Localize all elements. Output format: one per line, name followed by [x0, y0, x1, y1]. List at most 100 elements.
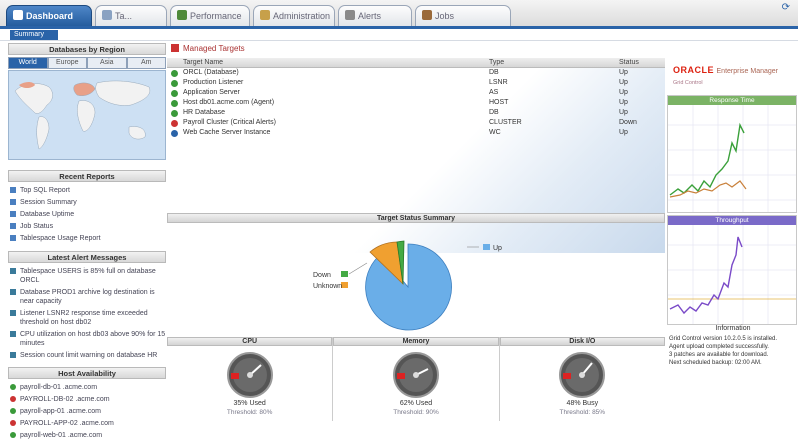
- response-time-chart[interactable]: Response Time: [667, 95, 797, 213]
- list-item[interactable]: Tablespace Usage Report: [10, 234, 166, 243]
- target-type-cell: DB: [489, 109, 499, 116]
- gauge-dial-icon: [392, 352, 439, 398]
- status-up-icon: [10, 384, 16, 390]
- message-icon: [10, 268, 16, 274]
- legend-swatch-up: [483, 244, 490, 250]
- gauge-title: Disk I/O: [499, 337, 665, 346]
- target-name-cell[interactable]: Production Listener: [183, 78, 243, 88]
- alert-messages-title: Latest Alert Messages: [8, 251, 166, 263]
- report-icon: [10, 211, 16, 217]
- subnav-summary[interactable]: Summary: [10, 30, 58, 40]
- tab-targets[interactable]: Ta...: [95, 5, 167, 26]
- list-item[interactable]: Job Status: [10, 222, 166, 231]
- list-item[interactable]: Listener LSNR2 response time exceeded th…: [10, 309, 166, 327]
- list-item[interactable]: Database PROD1 archive log destination i…: [10, 288, 166, 306]
- gauge-threshold: Threshold: 85%: [559, 409, 606, 416]
- gauge-disk-io[interactable]: Disk I/O 48% Busy Threshold: 85%: [499, 337, 665, 421]
- table-row[interactable]: HR Database DB Up: [167, 108, 665, 118]
- tab-dashboard[interactable]: Dashboard: [6, 5, 92, 26]
- region-tabs: World Europe Asia Am: [8, 57, 166, 69]
- list-item[interactable]: payroll-web-01 .acme.com: [10, 431, 166, 440]
- list-item[interactable]: payroll-db-01 .acme.com: [10, 383, 166, 392]
- gauge-value: 62% Used: [399, 400, 433, 407]
- status-pie-chart[interactable]: Up Down Unknown: [167, 223, 665, 333]
- list-item[interactable]: Database Uptime: [10, 210, 166, 219]
- response-time-graph: [668, 105, 796, 212]
- region-tab-world[interactable]: World: [8, 57, 48, 69]
- tab-administration[interactable]: Administration: [253, 5, 335, 26]
- status-up-icon: [10, 432, 16, 438]
- gauge-value: 35% Used: [233, 400, 266, 407]
- status-down-icon: [10, 396, 16, 402]
- targets-icon: [171, 44, 179, 52]
- column-header-status[interactable]: Status: [619, 58, 639, 68]
- target-name-cell[interactable]: HR Database: [183, 108, 225, 118]
- target-type-cell: CLUSTER: [489, 119, 522, 126]
- status-up-icon: [10, 408, 16, 414]
- target-name-cell[interactable]: Host db01.acme.com (Agent): [183, 98, 274, 108]
- region-tab-europe[interactable]: Europe: [47, 57, 87, 69]
- tab-jobs[interactable]: Jobs: [415, 5, 511, 26]
- performance-icon: [177, 10, 187, 20]
- info-line: 3 patches are available for download.: [669, 352, 769, 358]
- gauge-title: CPU: [167, 337, 333, 346]
- table-row[interactable]: Web Cache Server Instance WC Up: [167, 128, 665, 138]
- throughput-chart[interactable]: Throughput: [667, 215, 797, 325]
- tab-bar: Dashboard Ta... Performance Administrati…: [0, 0, 798, 26]
- info-panel: Information Grid Control version 10.2.0.…: [669, 325, 797, 367]
- target-name-cell[interactable]: ORCL (Database): [183, 68, 239, 78]
- gauge-value: 48% Busy: [566, 400, 599, 407]
- report-icon: [10, 223, 16, 229]
- tab-alerts[interactable]: Alerts: [338, 5, 412, 26]
- table-row[interactable]: Payroll Cluster (Critical Alerts) CLUSTER…: [167, 118, 665, 128]
- gauge-cpu[interactable]: CPU 35% Used Threshold: 80%: [167, 337, 334, 421]
- list-item[interactable]: Tablespace USERS is 85% full on database…: [10, 267, 166, 285]
- info-line: Agent upload completed successfully.: [669, 344, 769, 350]
- status-icon: [171, 90, 178, 97]
- list-item[interactable]: Session Summary: [10, 198, 166, 207]
- target-type-cell: AS: [489, 89, 499, 96]
- list-item[interactable]: Session count limit warning on database …: [10, 351, 166, 360]
- region-tab-americas[interactable]: Am: [126, 57, 166, 69]
- refresh-icon[interactable]: ⟳: [782, 2, 790, 13]
- target-name-cell[interactable]: Application Server: [183, 88, 240, 98]
- dashboard-icon: [13, 10, 23, 20]
- gauge-memory[interactable]: Memory 62% Used Threshold: 90%: [333, 337, 500, 421]
- legend-label-up: Up: [493, 245, 502, 252]
- info-line: Next scheduled backup: 02:00 AM.: [669, 360, 762, 366]
- table-row[interactable]: Production Listener LSNR Up: [167, 78, 665, 88]
- message-icon: [10, 310, 16, 316]
- column-header-type[interactable]: Type: [489, 58, 504, 68]
- page-title: Managed Targets: [167, 43, 665, 55]
- list-item[interactable]: Top SQL Report: [10, 186, 166, 195]
- gauge-title: Memory: [333, 337, 499, 346]
- host-availability-title: Host Availability: [8, 367, 166, 379]
- table-body: ORCL (Database) DB Up Production Listener LS…: [167, 68, 665, 138]
- list-item[interactable]: PAYROLL-DB-02 .acme.com: [10, 395, 166, 404]
- list-item[interactable]: CPU utilization on host db03 above 90% f…: [10, 330, 166, 348]
- alert-messages-list: Tablespace USERS is 85% full on database…: [8, 263, 166, 365]
- target-type-cell: WC: [489, 129, 501, 136]
- target-name-cell[interactable]: Web Cache Server Instance: [183, 128, 270, 138]
- targets-icon: [102, 10, 112, 20]
- table-row[interactable]: Application Server AS Up: [167, 88, 665, 98]
- gauge-dial-icon: [559, 352, 606, 398]
- target-status-cell: Up: [619, 69, 628, 76]
- world-map[interactable]: [8, 70, 166, 160]
- list-item[interactable]: PAYROLL-APP-02 .acme.com: [10, 419, 166, 428]
- target-name-cell[interactable]: Payroll Cluster (Critical Alerts): [183, 118, 276, 128]
- target-status-cell: Down: [619, 119, 637, 126]
- target-type-cell: DB: [489, 69, 499, 76]
- table-row[interactable]: Host db01.acme.com (Agent) HOST Up: [167, 98, 665, 108]
- legend-swatch-down: [341, 271, 348, 277]
- list-item[interactable]: payroll-app-01 .acme.com: [10, 407, 166, 416]
- target-type-cell: HOST: [489, 99, 509, 106]
- world-map-graphic: [14, 80, 151, 150]
- gauge-row: CPU 35% Used Threshold: 80% Memory 62% U…: [167, 337, 665, 421]
- table-row[interactable]: ORCL (Database) DB Up: [167, 68, 665, 78]
- oracle-logo: ORACLE Enterprise Manager Grid Control: [667, 43, 798, 86]
- column-header-name[interactable]: Target Name: [183, 58, 223, 68]
- table-header: Target Name Type Status: [167, 58, 665, 68]
- tab-performance[interactable]: Performance: [170, 5, 250, 26]
- region-tab-asia[interactable]: Asia: [87, 57, 127, 69]
